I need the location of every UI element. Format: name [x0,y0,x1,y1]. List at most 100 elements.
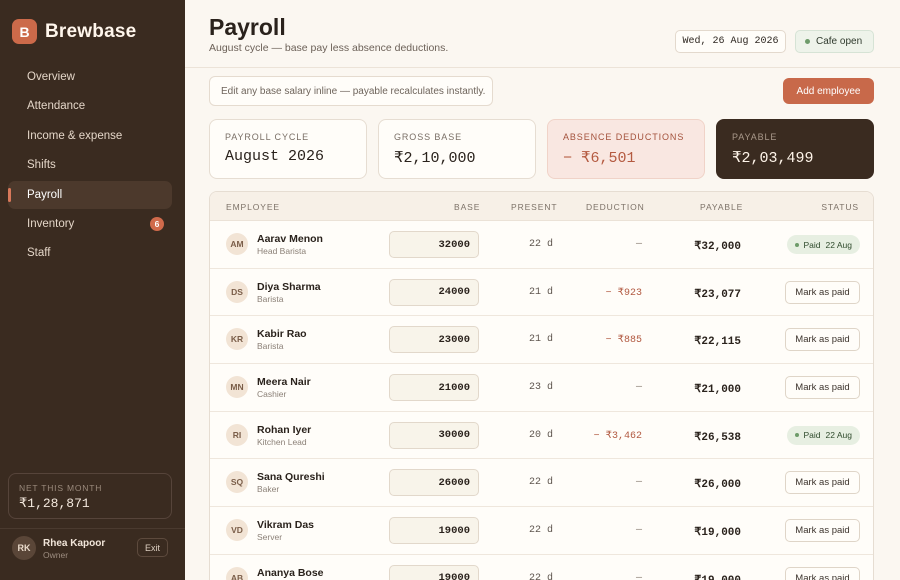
header-divider [185,67,900,68]
table-row: KR Kabir Rao Barista 23000 21 d − ₹885 ₹22,115… [210,316,873,365]
sidebar-item-inventory[interactable]: Inventory 6 [8,210,172,238]
payable-amount: ₹21,000 [694,384,741,397]
employee-avatar: KR [226,328,248,351]
employee-role: Server [257,532,283,543]
mark-as-paid-button[interactable]: Mark as paid [785,280,860,304]
employee-role: Head Barista [257,246,307,256]
base-salary-input[interactable]: 32000 [389,231,479,258]
base-salary-input[interactable]: 26000 [389,469,479,497]
mark-as-paid-button[interactable]: Mark as paid [785,566,860,580]
table-row: MN Meera Nair Cashier 21000 23 d — ₹21,000 Mark… [210,364,873,412]
base-salary-input[interactable]: 21000 [389,374,479,402]
base-salary-input[interactable]: 30000 [389,421,479,449]
paid-label: Paid [803,239,821,250]
table-row: SQ Sana Qureshi Baker 26000 22 d — ₹26,000 Mark… [210,459,873,508]
table-row: VD Vikram Das Server 19000 22 d — ₹19,000 Mark … [210,507,873,555]
main-content: Payroll August cycle — base pay less abs… [185,0,900,580]
employee-name: Vikram Das [257,519,315,532]
user-name: Rhea Kapoor [43,538,106,549]
net-this-month-card: NET THIS MONTH ₹1,28,871 [8,473,172,519]
employee-name: Ananya Bose [257,566,324,579]
header-payable: PAYABLE [700,202,744,212]
sidebar-item-label: Payroll [27,188,63,201]
deduction-amount: — [635,525,642,537]
employee-avatar: AM [226,233,248,255]
days-present: 22 d [528,572,553,580]
brand-logo-icon: B [12,19,37,44]
net-label: NET THIS MONTH [19,483,103,493]
stat-value: August 2026 [225,148,325,165]
deduction-amount: − ₹885 [605,335,642,347]
payable-amount: ₹26,000 [694,479,741,492]
sidebar-item-label: Attendance [27,100,86,113]
stat-value: ₹2,10,000 [394,150,476,167]
header-present: PRESENT [511,202,558,212]
brand-name: Brewbase [45,20,137,42]
paid-status-badge: Paid 22 Aug [786,235,860,254]
payable-amount: ₹19,000 [694,527,741,540]
sidebar-item-payroll[interactable]: Payroll [8,180,172,209]
base-salary-input[interactable]: 23000 [389,326,479,354]
payable-amount: ₹32,000 [694,241,741,253]
user-profile: RK Rhea Kapoor Owner Exit [0,528,185,580]
net-value: ₹1,28,871 [19,496,90,511]
header-base: BASE [454,202,481,212]
employee-avatar: MN [226,376,248,399]
table-row: AM Aarav Menon Head Barista 32000 22 d — ₹32,0… [210,221,873,269]
payable-amount: ₹26,538 [694,431,741,444]
sidebar-item-label: Overview [27,71,75,83]
deduction-amount: — [635,382,642,394]
deduction-amount: — [635,572,642,580]
sidebar-item-attendance[interactable]: Attendance [8,92,172,120]
employee-avatar: SQ [226,471,248,494]
employee-name: Sana Qureshi [257,471,325,484]
days-present: 23 d [528,382,553,394]
base-salary-input[interactable]: 24000 [389,278,479,306]
mark-as-paid-button[interactable]: Mark as paid [785,471,860,495]
days-present: 20 d [528,429,553,441]
stat-label: GROSS BASE [394,132,463,142]
mark-as-paid-button[interactable]: Mark as paid [785,376,860,400]
mark-as-paid-button[interactable]: Mark as paid [785,328,860,352]
employee-role: Kitchen Lead [257,436,307,447]
employee-avatar: AB [226,566,248,580]
table-row: DS Diya Sharma Barista 24000 21 d − ₹923 ₹23,0… [210,269,873,317]
days-present: 21 d [528,286,553,298]
table-row: ABAnanya BoseServer1900022 d—₹19,000Mark… [210,555,873,580]
page-title: Payroll [209,14,286,40]
employee-name: Rohan Iyer [257,423,312,436]
sidebar-item-income-expense[interactable]: Income & expense [8,122,172,150]
add-employee-button[interactable]: Add employee [783,78,874,104]
mark-as-paid-button[interactable]: Mark as paid [785,519,860,543]
days-present: 22 d [528,525,553,537]
employee-avatar: VD [226,519,248,542]
days-present: 22 d [528,477,553,489]
employee-avatar: DS [226,280,248,303]
employee-name: Diya Sharma [257,280,321,293]
exit-button[interactable]: Exit [137,538,168,557]
brand[interactable]: B Brewbase [12,19,136,44]
base-salary-input[interactable]: 19000 [389,517,479,545]
deduction-amount: — [635,239,642,250]
stat-label: PAYABLE [732,132,778,142]
inline-edit-hint: Edit any base salary inline — payable re… [209,76,493,106]
employee-name: Kabir Rao [257,328,307,341]
base-salary-input[interactable]: 19000 [389,564,479,580]
deduction-amount: — [635,477,642,489]
sidebar-item-label: Income & expense [27,129,123,142]
days-present: 21 d [528,334,553,346]
employee-avatar: RI [226,423,248,446]
table-row: RI Rohan Iyer Kitchen Lead 30000 20 d − ₹3,46… [210,412,873,460]
stat-payroll-cycle: PAYROLL CYCLE August 2026 [209,119,367,179]
sidebar-item-shifts[interactable]: Shifts [8,151,172,179]
sidebar-item-overview[interactable]: Overview [8,63,172,91]
employee-name: Meera Nair [257,376,311,389]
stat-label: ABSENCE DEDUCTIONS [563,132,685,142]
deduction-amount: − ₹923 [605,287,642,299]
cafe-status-label: Cafe open [816,36,863,47]
employee-role: Barista [257,293,284,304]
paid-date: 22 Aug [825,430,852,441]
sidebar-item-staff[interactable]: Staff [8,239,172,267]
table-body: AM Aarav Menon Head Barista 32000 22 d — ₹32,0… [210,221,873,580]
payable-amount: ₹22,115 [694,336,741,349]
